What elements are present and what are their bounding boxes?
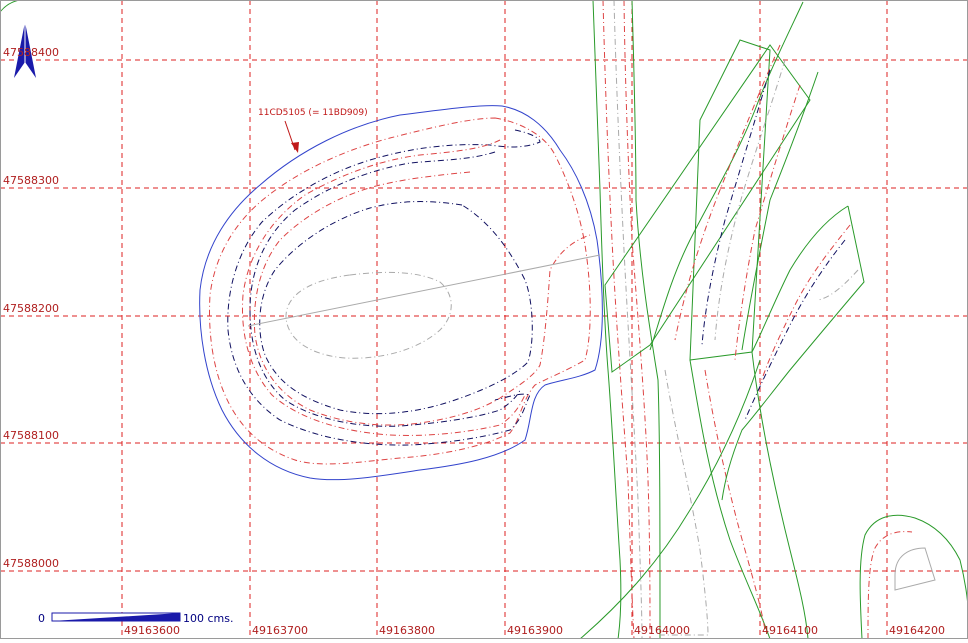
- map-canvas[interactable]: 11CD5105 (= 11BD909) 0 100 cms. 47588400…: [0, 0, 968, 640]
- map-frame: [0, 0, 968, 639]
